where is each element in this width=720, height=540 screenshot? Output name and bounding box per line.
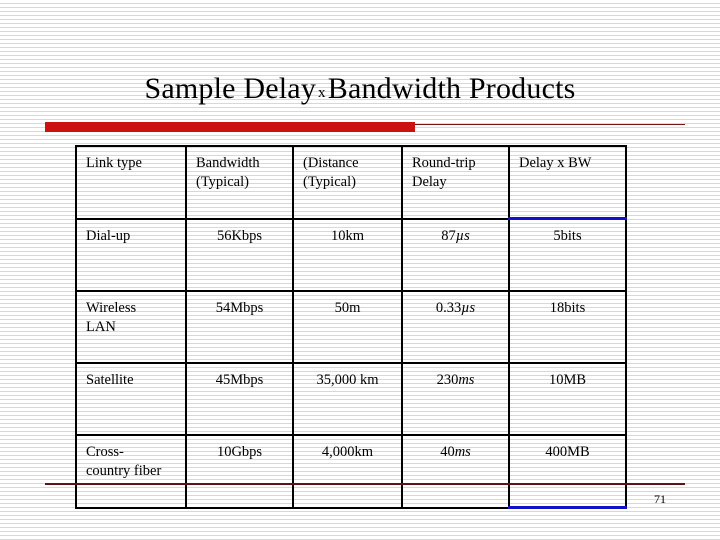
cell-delay-bw: 10MB (508, 362, 627, 436)
cell-link-type: Dial-up (75, 217, 187, 292)
delay-value: 0.33 (435, 300, 462, 316)
delay-unit: µs (455, 227, 470, 244)
header-cell-link-type: Link type (75, 145, 187, 220)
cell-delay-bw: 18bits (508, 290, 627, 364)
table-row: Dial-up 56Kbps 10km 87µs 5bits (75, 217, 627, 292)
page-title-part1: Sample Delay (144, 72, 317, 105)
cell-round-trip-delay: 0.33µs (401, 290, 510, 364)
table-row: Cross- country fiber 10Gbps 4,000km 40ms… (75, 434, 627, 509)
cell-distance: 35,000 km (292, 362, 403, 436)
delay-unit: µs (461, 300, 476, 316)
cell-distance: 4,000km (292, 434, 403, 509)
cell-link-type: Satellite (75, 362, 187, 436)
link-type-line: LAN (86, 319, 116, 335)
header-line: Link type (86, 155, 142, 171)
cell-delay-bw: 5bits (508, 217, 627, 292)
delay-unit: ms (454, 444, 471, 460)
cell-bandwidth: 45Mbps (185, 362, 294, 436)
table-header-row: Link type Bandwidth (Typical) (Distance … (75, 145, 627, 220)
header-line: Delay x BW (519, 155, 592, 171)
header-line: (Typical) (196, 174, 249, 190)
delay-bandwidth-table: Link type Bandwidth (Typical) (Distance … (75, 145, 627, 509)
delay-unit: ms (458, 372, 475, 388)
link-type-line: Dial-up (86, 227, 131, 244)
header-cell-delay-bw: Delay x BW (508, 145, 627, 220)
cell-bandwidth: 10Gbps (185, 434, 294, 509)
slide-canvas: Sample Delay xBandwidth Products Link typ… (0, 0, 720, 540)
link-type-line: Cross- (86, 444, 124, 460)
cell-round-trip-delay: 87µs (401, 217, 510, 292)
cell-distance: 10km (292, 217, 403, 292)
cell-round-trip-delay: 230ms (401, 362, 510, 436)
table-row: Wireless LAN 54Mbps 50m 0.33µs 18bits (75, 290, 627, 364)
header-line: (Distance (303, 155, 359, 171)
footer-rule (45, 483, 685, 485)
page-title-part2: Bandwidth Products (327, 72, 576, 105)
link-type-line: country fiber (86, 463, 162, 479)
cell-round-trip-delay: 40ms (401, 434, 510, 509)
link-type-line: Satellite (86, 372, 134, 388)
page-number: 71 (654, 492, 666, 506)
delay-value: 40 (440, 444, 455, 460)
header-line: Delay (412, 174, 447, 190)
header-cell-bandwidth: Bandwidth (Typical) (185, 145, 294, 220)
header-line: Bandwidth (196, 155, 260, 171)
cell-distance: 50m (292, 290, 403, 364)
delay-bandwidth-table-container: Link type Bandwidth (Typical) (Distance … (75, 145, 627, 509)
cell-delay-bw: 400MB (508, 434, 627, 509)
page-title: Sample Delay xBandwidth Products (0, 72, 720, 110)
slide-title-block: Sample Delay xBandwidth Products (0, 72, 720, 110)
link-type-line: Wireless (86, 300, 137, 316)
table-row: Satellite 45Mbps 35,000 km 230ms 10MB (75, 362, 627, 436)
multiply-symbol: x (318, 85, 326, 101)
header-cell-round-trip-delay: Round-trip Delay (401, 145, 510, 220)
cell-bandwidth: 56Kbps (185, 217, 294, 292)
delay-value: 87 (441, 227, 456, 244)
header-cell-distance: (Distance (Typical) (292, 145, 403, 220)
cell-link-type: Cross- country fiber (75, 434, 187, 509)
header-line: Round-trip (412, 155, 476, 171)
header-line: (Typical) (303, 174, 356, 190)
cell-link-type: Wireless LAN (75, 290, 187, 364)
cell-bandwidth: 54Mbps (185, 290, 294, 364)
delay-value: 230 (436, 372, 459, 388)
title-underline-thick (45, 122, 415, 132)
